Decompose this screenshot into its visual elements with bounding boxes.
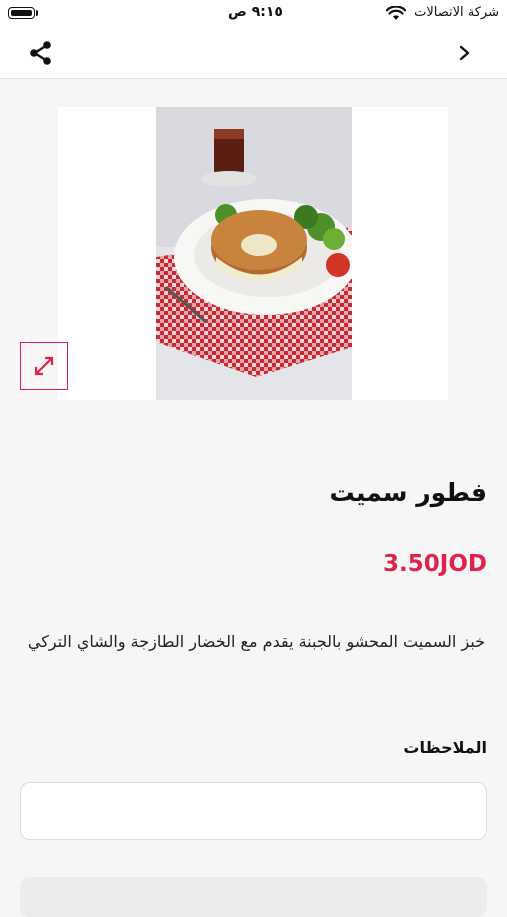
product-image-container [58,107,448,400]
status-time: ٩:١٥ ص [228,4,283,20]
product-photo [156,107,352,400]
chevron-icon[interactable] [454,42,476,64]
status-bar: ٩:١٥ ص شركة الاتصالات [0,0,507,30]
nav-bar [0,30,507,79]
share-icon[interactable] [28,40,54,66]
notes-label: الملاحظات [403,738,487,757]
product-price: 3.50JOD [383,551,487,577]
product-title: فطور سميت [329,478,487,507]
product-description: خبز السميت المحشو بالجبنة يقدم مع الخضار… [27,632,485,651]
battery-icon [8,7,35,19]
battery-tip [36,10,38,16]
carrier-name: شركة الاتصالات [414,5,499,20]
expand-icon [34,356,54,376]
bottom-field[interactable] [20,877,487,917]
wifi-icon [386,6,406,20]
expand-button[interactable] [20,342,68,390]
notes-input[interactable] [20,782,487,840]
